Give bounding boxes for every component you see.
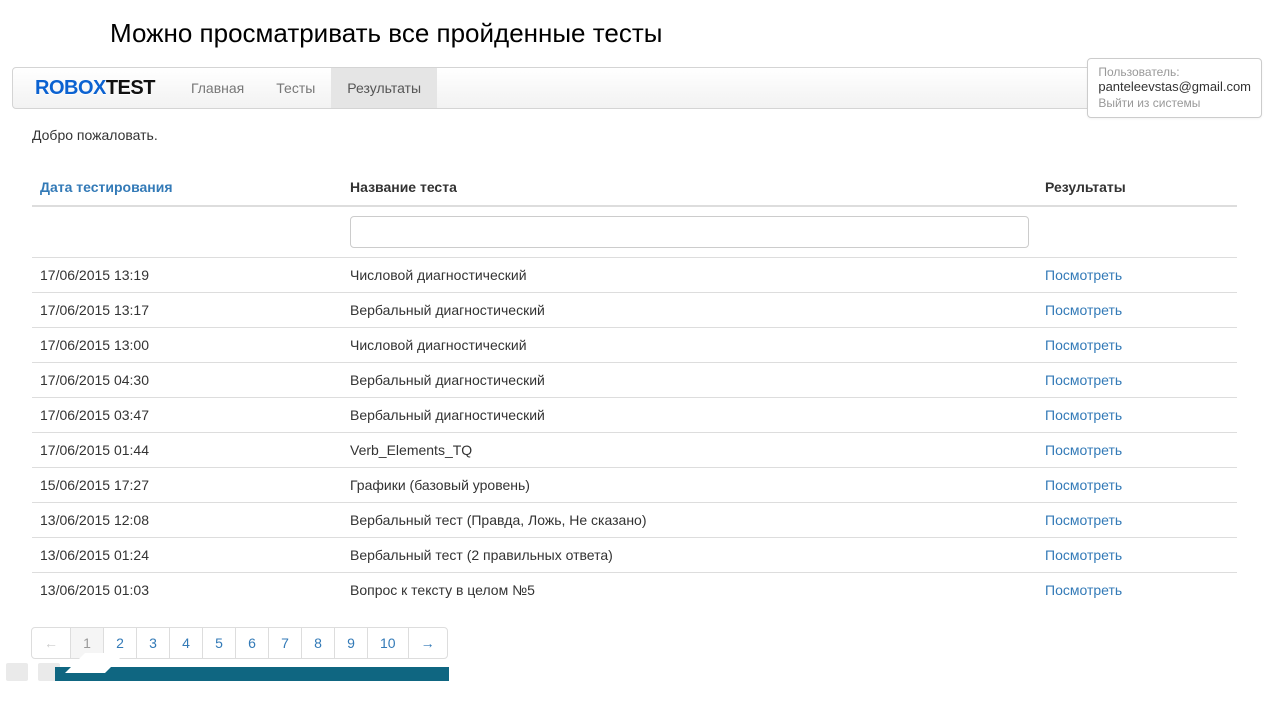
cell-result: Посмотреть <box>1037 538 1237 573</box>
page-4[interactable]: 4 <box>169 627 203 659</box>
cell-result: Посмотреть <box>1037 503 1237 538</box>
table-row: 15/06/2015 17:27Графики (базовый уровень… <box>32 468 1237 503</box>
table-row: 17/06/2015 13:00Числовой диагностический… <box>32 328 1237 363</box>
decor-icon <box>6 663 28 681</box>
cell-name: Числовой диагностический <box>342 328 1037 363</box>
cell-date: 17/06/2015 01:44 <box>32 433 342 468</box>
page-next[interactable]: → <box>408 627 448 659</box>
pagination: ←12345678910→ <box>32 627 1237 659</box>
page-3[interactable]: 3 <box>136 627 170 659</box>
view-link[interactable]: Посмотреть <box>1045 337 1122 353</box>
page-title: Можно просматривать все пройденные тесты <box>0 0 1269 67</box>
logo[interactable]: ROBOXTEST <box>13 77 175 100</box>
cell-date: 17/06/2015 13:17 <box>32 293 342 328</box>
nav-link-2[interactable]: Результаты <box>331 68 437 108</box>
col-header-date[interactable]: Дата тестирования <box>32 169 342 206</box>
col-header-result: Результаты <box>1037 169 1237 206</box>
nav-link-0[interactable]: Главная <box>175 68 260 108</box>
cell-date: 13/06/2015 01:03 <box>32 573 342 608</box>
table-row: 17/06/2015 13:17Вербальный диагностическ… <box>32 293 1237 328</box>
table-row: 17/06/2015 04:30Вербальный диагностическ… <box>32 363 1237 398</box>
col-header-name: Название теста <box>342 169 1037 206</box>
cell-result: Посмотреть <box>1037 328 1237 363</box>
page-6[interactable]: 6 <box>235 627 269 659</box>
cell-result: Посмотреть <box>1037 293 1237 328</box>
cell-name: Вербальный диагностический <box>342 398 1037 433</box>
cell-name: Verb_Elements_TQ <box>342 433 1037 468</box>
cell-result: Посмотреть <box>1037 398 1237 433</box>
view-link[interactable]: Посмотреть <box>1045 267 1122 283</box>
table-row: 17/06/2015 01:44Verb_Elements_TQ Посмотре… <box>32 433 1237 468</box>
cell-date: 17/06/2015 03:47 <box>32 398 342 433</box>
page-9[interactable]: 9 <box>334 627 368 659</box>
page-7[interactable]: 7 <box>268 627 302 659</box>
results-table: Дата тестирования Название теста Результ… <box>32 169 1237 607</box>
user-email: panteleevstas@gmail.com <box>1098 79 1251 94</box>
cell-name: Вербальный диагностический <box>342 363 1037 398</box>
logo-part1: ROBOX <box>35 77 106 99</box>
welcome-text: Добро пожаловать. <box>32 127 1237 143</box>
cell-date: 17/06/2015 13:19 <box>32 258 342 293</box>
cell-date: 15/06/2015 17:27 <box>32 468 342 503</box>
filter-input-name[interactable] <box>350 216 1029 248</box>
filter-row <box>32 206 1237 258</box>
navbar: ROBOXTEST ГлавнаяТестыРезультаты Пользов… <box>12 67 1257 109</box>
cell-date: 13/06/2015 01:24 <box>32 538 342 573</box>
table-row: 13/06/2015 12:08Вербальный тест (Правда,… <box>32 503 1237 538</box>
logout-link[interactable]: Выйти из системы <box>1098 94 1251 110</box>
table-row: 17/06/2015 03:47Вербальный диагностическ… <box>32 398 1237 433</box>
view-link[interactable]: Посмотреть <box>1045 442 1122 458</box>
cell-name: Числовой диагностический <box>342 258 1037 293</box>
slide-decoration <box>0 663 1269 681</box>
cell-result: Посмотреть <box>1037 573 1237 608</box>
cell-date: 17/06/2015 13:00 <box>32 328 342 363</box>
cell-name: Вопрос к тексту в целом №5 <box>342 573 1037 608</box>
user-label: Пользователь: <box>1098 65 1251 79</box>
nav-items: ГлавнаяТестыРезультаты <box>175 68 437 108</box>
cell-name: Вербальный диагностический <box>342 293 1037 328</box>
page-8[interactable]: 8 <box>301 627 335 659</box>
table-row: 17/06/2015 13:19Числовой диагностический… <box>32 258 1237 293</box>
cell-name: Вербальный тест (Правда, Ложь, Не сказан… <box>342 503 1037 538</box>
view-link[interactable]: Посмотреть <box>1045 477 1122 493</box>
view-link[interactable]: Посмотреть <box>1045 302 1122 318</box>
view-link[interactable]: Посмотреть <box>1045 407 1122 423</box>
user-box: Пользователь: panteleevstas@gmail.com Вы… <box>1087 58 1262 118</box>
cell-name: Вербальный тест (2 правильных ответа) <box>342 538 1037 573</box>
view-link[interactable]: Посмотреть <box>1045 372 1122 388</box>
cell-result: Посмотреть <box>1037 468 1237 503</box>
cell-date: 17/06/2015 04:30 <box>32 363 342 398</box>
view-link[interactable]: Посмотреть <box>1045 582 1122 598</box>
nav-link-1[interactable]: Тесты <box>260 68 331 108</box>
page-10[interactable]: 10 <box>367 627 409 659</box>
view-link[interactable]: Посмотреть <box>1045 512 1122 528</box>
page-prev: ← <box>31 627 71 659</box>
view-link[interactable]: Посмотреть <box>1045 547 1122 563</box>
table-row: 13/06/2015 01:24Вербальный тест (2 прави… <box>32 538 1237 573</box>
cell-result: Посмотреть <box>1037 258 1237 293</box>
cell-date: 13/06/2015 12:08 <box>32 503 342 538</box>
cell-name: Графики (базовый уровень) <box>342 468 1037 503</box>
page-5[interactable]: 5 <box>202 627 236 659</box>
table-row: 13/06/2015 01:03Вопрос к тексту в целом … <box>32 573 1237 608</box>
cell-result: Посмотреть <box>1037 363 1237 398</box>
logo-part2: TEST <box>106 77 155 99</box>
cell-result: Посмотреть <box>1037 433 1237 468</box>
